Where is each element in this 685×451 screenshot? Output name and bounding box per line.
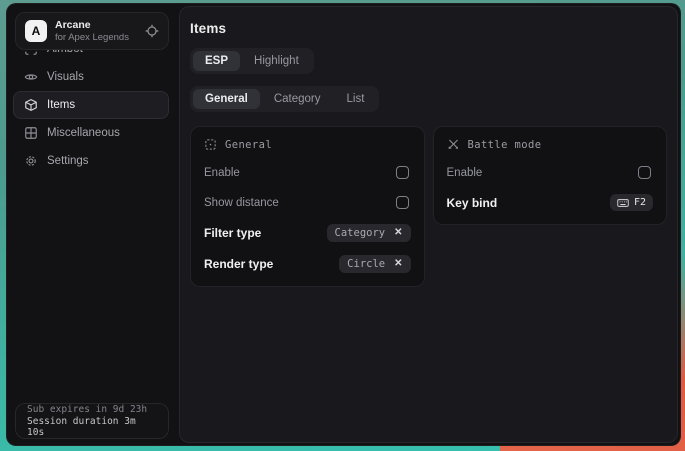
sidebar-item-label: Miscellaneous — [47, 127, 120, 139]
sidebar-item-miscellaneous[interactable]: Miscellaneous — [13, 119, 169, 147]
battle-mode-swords-icon — [447, 138, 460, 151]
app-header-card: A Arcane for Apex Legends — [15, 12, 169, 50]
app-logo: A — [25, 20, 47, 42]
setting-label: Render type — [204, 257, 273, 271]
app-name: Arcane — [55, 19, 137, 32]
items-box-icon — [24, 98, 38, 112]
subscription-footer-card: Sub expires in 9d 23h Session duration 3… — [15, 403, 169, 439]
sub-tabbar: General Category List — [190, 86, 379, 112]
keyboard-icon — [617, 198, 629, 208]
tab-esp[interactable]: ESP — [193, 51, 240, 71]
setting-label: Enable — [447, 167, 483, 179]
sidebar-item-label: Visuals — [47, 71, 84, 83]
main-panel: Items ESP Highlight General Category Lis… — [179, 6, 678, 443]
sidebar-nav: Aimbot Visuals Items — [7, 35, 174, 175]
select-value: Category — [335, 227, 386, 239]
sidebar-item-label: Items — [47, 99, 75, 111]
general-settings-card: General Enable Show distance Filter type… — [190, 126, 425, 287]
settings-gear-icon — [24, 154, 38, 168]
clear-icon[interactable]: ✕ — [394, 259, 402, 269]
key-bind-button[interactable]: F2 — [610, 194, 653, 211]
sidebar-item-items[interactable]: Items — [13, 91, 169, 119]
misc-grid-icon — [24, 126, 38, 140]
tab-category[interactable]: Category — [262, 89, 333, 109]
setting-row-enable: Enable — [447, 164, 654, 181]
card-title: General — [225, 139, 272, 151]
sidebar-item-settings[interactable]: Settings — [13, 147, 169, 175]
sub-expires-text: Sub expires in 9d 23h — [27, 404, 157, 415]
app-subtitle: for Apex Legends — [55, 32, 137, 44]
crosshair-target-icon[interactable] — [145, 24, 159, 38]
tab-list[interactable]: List — [335, 89, 377, 109]
tab-general[interactable]: General — [193, 89, 260, 109]
arcane-menu-window: A Arcane for Apex Legends Category — [6, 3, 681, 446]
render-type-select[interactable]: Circle ✕ — [339, 255, 410, 273]
setting-label: Enable — [204, 167, 240, 179]
session-duration-text: Session duration 3m 10s — [27, 416, 157, 438]
visuals-eye-icon — [24, 70, 38, 84]
setting-label: Key bind — [447, 196, 498, 210]
filter-type-select[interactable]: Category ✕ — [327, 224, 411, 242]
clear-icon[interactable]: ✕ — [394, 228, 402, 238]
setting-row-key-bind: Key bind F2 — [447, 194, 654, 211]
page-title: Items — [190, 21, 667, 36]
battle-enable-checkbox[interactable] — [638, 166, 651, 179]
enable-checkbox[interactable] — [396, 166, 409, 179]
setting-label: Show distance — [204, 197, 279, 209]
tab-highlight[interactable]: Highlight — [242, 51, 311, 71]
setting-row-render-type: Render type Circle ✕ — [204, 255, 411, 273]
sidebar-item-visuals[interactable]: Visuals — [13, 63, 169, 91]
setting-row-enable: Enable — [204, 164, 411, 181]
key-bind-value: F2 — [634, 197, 646, 208]
select-value: Circle — [347, 258, 385, 270]
battle-mode-card: Battle mode Enable Key bind — [433, 126, 668, 225]
mode-tabbar: ESP Highlight — [190, 48, 314, 74]
card-title: Battle mode — [468, 139, 542, 151]
general-frame-icon — [204, 138, 217, 151]
setting-label: Filter type — [204, 226, 261, 240]
show-distance-checkbox[interactable] — [396, 196, 409, 209]
setting-row-show-distance: Show distance — [204, 194, 411, 211]
setting-row-filter-type: Filter type Category ✕ — [204, 224, 411, 242]
sidebar-item-label: Settings — [47, 155, 89, 167]
sidebar: A Arcane for Apex Legends Category — [7, 4, 174, 445]
